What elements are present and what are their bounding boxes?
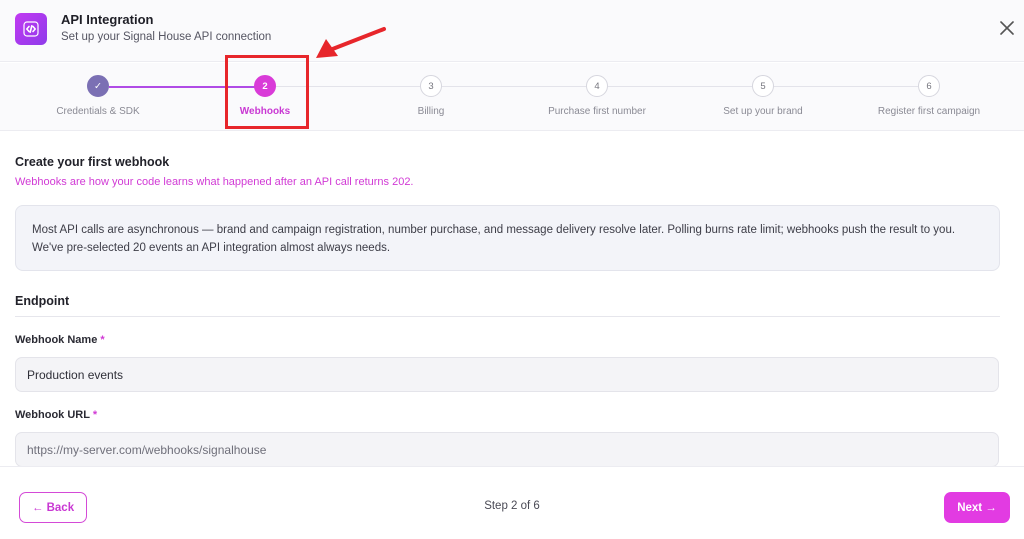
code-icon <box>15 13 47 45</box>
step-purchase-number[interactable]: 4 Purchase first number <box>507 75 687 117</box>
step-billing[interactable]: 3 Billing <box>341 75 521 117</box>
close-button[interactable] <box>996 17 1018 39</box>
webhook-url-input[interactable] <box>15 432 999 467</box>
info-callout: Most API calls are asynchronous — brand … <box>15 205 1000 271</box>
step-number: 4 <box>586 75 608 97</box>
dialog-subtitle: Set up your Signal House API connection <box>61 31 272 43</box>
step-label: Purchase first number <box>548 106 646 117</box>
webhook-name-input[interactable] <box>15 357 999 392</box>
webhook-url-label: Webhook URL * <box>15 409 97 421</box>
step-label: Set up your brand <box>723 106 803 117</box>
label-text: Webhook URL <box>15 409 90 421</box>
step-counter: Step 2 of 6 <box>484 500 540 512</box>
endpoint-heading: Endpoint <box>15 294 70 308</box>
progress-stepper: ✓ Credentials & SDK 2 Webhooks 3 Billing… <box>0 63 1024 131</box>
required-marker: * <box>92 409 98 421</box>
step-number: 6 <box>918 75 940 97</box>
step-label: Register first campaign <box>877 106 981 117</box>
label-text: Webhook Name <box>15 334 98 346</box>
required-marker: * <box>100 334 105 346</box>
step-label: Credentials & SDK <box>56 106 140 117</box>
arrow-icon <box>316 27 386 58</box>
dialog-header: API Integration Set up your Signal House… <box>0 0 1024 62</box>
highlight-box <box>225 55 309 129</box>
dialog-footer: ← Back Step 2 of 6 Next → <box>0 466 1024 539</box>
next-button[interactable]: Next → <box>944 492 1010 523</box>
step-label: Billing <box>417 106 445 117</box>
close-icon <box>1000 21 1014 35</box>
step-brand[interactable]: 5 Set up your brand <box>673 75 853 117</box>
step-number: 5 <box>752 75 774 97</box>
step-credentials[interactable]: ✓ Credentials & SDK <box>8 75 188 117</box>
step-number: 3 <box>420 75 442 97</box>
webhook-name-label: Webhook Name * <box>15 334 105 346</box>
divider <box>15 316 1000 317</box>
dialog-title: API Integration <box>61 12 154 27</box>
step-campaign[interactable]: 6 Register first campaign <box>839 75 1019 117</box>
section-subtitle: Webhooks are how your code learns what h… <box>15 176 414 188</box>
section-title: Create your first webhook <box>15 155 170 169</box>
check-icon: ✓ <box>87 75 109 97</box>
